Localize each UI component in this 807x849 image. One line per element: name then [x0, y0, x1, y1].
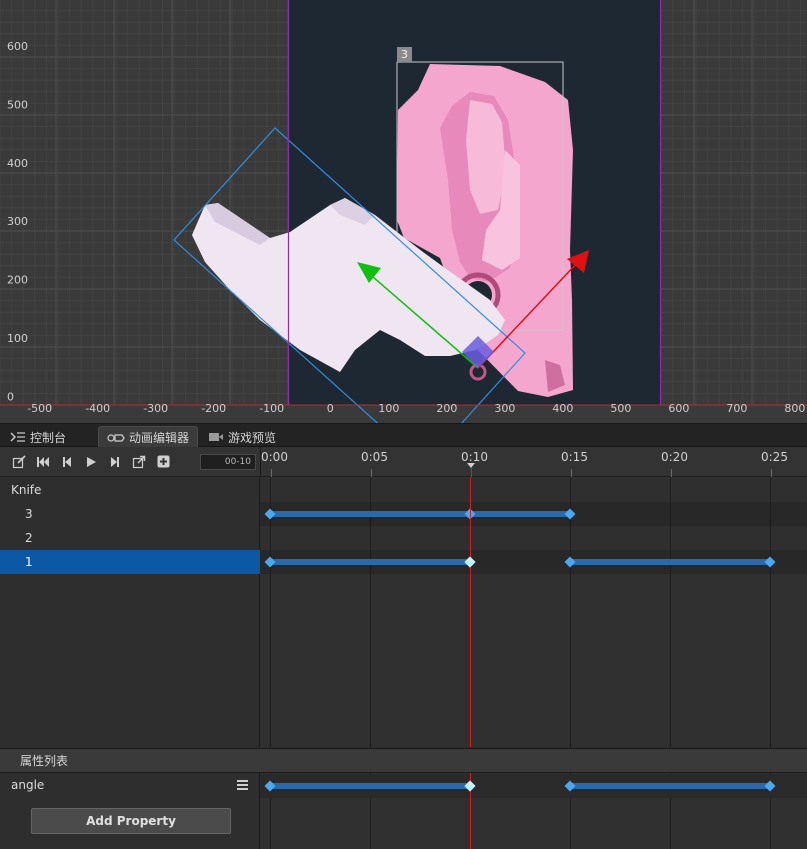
console-icon — [10, 432, 25, 442]
property-list: angle Add Property — [0, 773, 260, 849]
node-label: 3 — [25, 507, 33, 521]
property-menu-icon[interactable] — [237, 780, 248, 790]
x-axis-label: -100 — [259, 402, 284, 415]
y-axis-label: 600 — [7, 40, 28, 53]
property-list-header: 属性列表 — [0, 748, 807, 773]
timeline-tracks[interactable] — [260, 477, 807, 747]
animation-icon — [107, 433, 125, 442]
keyframe-diamond-icon[interactable] — [564, 508, 576, 520]
x-axis-label: -500 — [27, 402, 52, 415]
keyframe-segment[interactable] — [270, 511, 570, 517]
property-keyframe-timeline[interactable] — [260, 773, 807, 849]
next-frame-button[interactable] — [104, 451, 126, 473]
camera-icon — [209, 433, 223, 441]
next-frame-icon — [111, 456, 119, 467]
x-axis-label: -300 — [143, 402, 168, 415]
x-axis-label: 300 — [494, 402, 515, 415]
keyframe-diamond-icon[interactable] — [464, 556, 476, 568]
tab-console[interactable]: 控制台 — [2, 426, 74, 448]
keyframe-diamond-icon[interactable] — [264, 508, 276, 520]
node-row-2[interactable]: 2 — [0, 526, 260, 550]
keyframe-segment[interactable] — [270, 783, 470, 789]
panel-tab-bar: 控制台 动画编辑器 游戏预览 — [0, 423, 807, 448]
timeline-ruler[interactable]: 0:00 0:05 0:10 0:15 0:20 0:25 — [260, 447, 807, 477]
keyframe-segment[interactable] — [570, 783, 770, 789]
property-tracks[interactable] — [260, 773, 807, 849]
x-axis-label: 500 — [610, 402, 631, 415]
keyframe-diamond-icon[interactable] — [264, 556, 276, 568]
y-axis-label: 400 — [7, 157, 28, 170]
playhead-marker-icon[interactable] — [467, 463, 475, 468]
edit-icon — [12, 454, 26, 468]
keyframe-diamond-icon[interactable] — [564, 556, 576, 568]
y-axis-label: 300 — [7, 215, 28, 228]
animation-toolbar: 00-10 — [0, 447, 260, 477]
x-axis-label: -400 — [85, 402, 110, 415]
edit-button[interactable] — [8, 451, 30, 473]
scene-canvas[interactable]: 3 -500 -400 -300 -200 -100 0 100 200 300 400 500 60… — [0, 0, 807, 423]
add-button[interactable] — [152, 451, 174, 473]
node-label: Knife — [11, 483, 42, 497]
tab-console-label: 控制台 — [30, 430, 67, 445]
x-axis-label: 700 — [726, 402, 747, 415]
keyframe-segment[interactable] — [270, 559, 470, 565]
scene-view[interactable]: 3 -500 -400 -300 -200 -100 0 100 200 300 400 500 60… — [0, 0, 807, 423]
add-icon — [157, 455, 169, 468]
tab-game-preview[interactable]: 游戏预览 — [200, 426, 284, 448]
animation-editor-window: 3 -500 -400 -300 -200 -100 0 100 200 300 400 500 60… — [0, 0, 807, 849]
tab-game-preview-label: 游戏预览 — [228, 430, 277, 445]
tab-animation-editor[interactable]: 动画编辑器 — [98, 426, 199, 448]
ruler-ticks — [271, 463, 772, 477]
x-axis-label: 0 — [327, 402, 334, 415]
play-icon — [87, 456, 96, 467]
node-row-knife[interactable]: Knife — [0, 478, 260, 502]
x-axis-label: 600 — [668, 402, 689, 415]
x-axis-label: 800 — [784, 402, 805, 415]
node-list: Knife 3 2 1 — [0, 477, 260, 747]
node-label: 1 — [25, 555, 33, 569]
node-label: 2 — [25, 531, 33, 545]
export-icon — [132, 455, 146, 468]
previous-frame-button[interactable] — [56, 451, 78, 473]
property-angle-label[interactable]: angle — [11, 778, 44, 792]
jump-start-icon — [37, 456, 49, 467]
keyframe-timeline[interactable] — [260, 477, 807, 747]
x-axis-label: 200 — [436, 402, 457, 415]
play-button[interactable] — [80, 451, 102, 473]
jump-start-button[interactable] — [32, 451, 54, 473]
selection-badge-label: 3 — [401, 48, 408, 61]
keyframe-segment[interactable] — [570, 559, 770, 565]
current-time-field[interactable]: 00-10 — [200, 453, 256, 470]
node-row-3[interactable]: 3 — [0, 502, 260, 526]
y-axis-label: 100 — [7, 332, 28, 345]
node-row-1[interactable]: 1 — [0, 550, 260, 574]
y-axis-label: 0 — [7, 390, 14, 403]
x-axis-label: -200 — [201, 402, 226, 415]
export-button[interactable] — [128, 451, 150, 473]
add-property-button[interactable]: Add Property — [31, 808, 231, 834]
tab-animation-editor-label: 动画编辑器 — [129, 431, 190, 445]
y-axis-label: 200 — [7, 274, 28, 287]
x-axis-label: 100 — [378, 402, 399, 415]
previous-frame-icon — [63, 456, 71, 467]
y-axis-label: 500 — [7, 98, 28, 111]
x-axis-label: 400 — [552, 402, 573, 415]
keyframe-diamond-icon[interactable] — [764, 556, 776, 568]
